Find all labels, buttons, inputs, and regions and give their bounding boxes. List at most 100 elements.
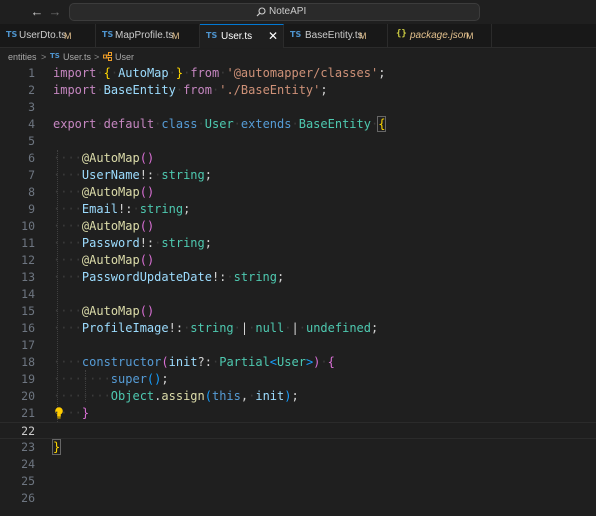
code-text: export·default·class·User·extends·BaseEn… <box>53 116 387 132</box>
code-line: 15 ····@AutoMap() <box>0 303 596 320</box>
code-line: 6 ····@AutoMap() <box>0 150 596 167</box>
line-number: 24 <box>21 457 35 471</box>
line-number: 23 <box>21 440 35 454</box>
line-number: 5 <box>28 134 35 148</box>
tab-label: MapProfile.ts <box>115 30 174 41</box>
editor-tab-bar: TS UserDto.ts M TS MapProfile.ts M TS Us… <box>0 24 596 48</box>
code-text: ····@AutoMap() <box>53 219 155 233</box>
typescript-file-icon: TS <box>290 30 302 39</box>
typescript-file-icon: TS <box>50 52 60 60</box>
line-number: 18 <box>21 355 35 369</box>
code-text: ····@AutoMap() <box>53 151 155 165</box>
code-line: 7 ····UserName!:·string; <box>0 167 596 184</box>
line-number: 17 <box>21 338 35 352</box>
line-number: 1 <box>28 66 35 80</box>
command-center-search[interactable]: NoteAPI <box>69 3 480 21</box>
line-number: 21 <box>21 406 35 420</box>
code-line: 12 ····@AutoMap() <box>0 252 596 269</box>
code-line: 24 <box>0 456 596 473</box>
code-text: ····PasswordUpdateDate!:·string; <box>53 270 285 284</box>
code-line: 4 export·default·class·User·extends·Base… <box>0 116 596 133</box>
tab-label: BaseEntity.ts <box>305 30 363 41</box>
workspace-name: NoteAPI <box>269 6 307 17</box>
code-text: ····Password!:·string; <box>53 236 212 250</box>
tab-mapprofile[interactable]: TS MapProfile.ts M <box>96 24 200 48</box>
modified-badge: M <box>172 31 180 41</box>
code-line: 5 <box>0 133 596 150</box>
code-line: 10 ····@AutoMap() <box>0 218 596 235</box>
breadcrumb-file[interactable]: User.ts <box>63 51 91 63</box>
code-text: ····Email!:·string; <box>53 202 191 216</box>
chevron-right-icon: > <box>41 52 47 62</box>
code-line: 23 } <box>0 439 596 456</box>
search-icon <box>256 7 266 17</box>
line-number: 22 <box>21 424 35 438</box>
code-text: ····constructor(init?:·Partial<User>)·{ <box>53 355 335 369</box>
code-text: ········super(); <box>53 372 169 386</box>
line-number: 16 <box>21 321 35 335</box>
code-text: ····} <box>53 406 90 420</box>
tab-package-json[interactable]: {} package.json M <box>388 24 492 48</box>
tab-user[interactable]: TS User.ts ✕ <box>200 24 284 48</box>
line-number: 8 <box>28 185 35 199</box>
modified-badge: M <box>359 31 367 41</box>
line-number: 10 <box>21 219 35 233</box>
code-line: 20 ········Object.assign(this,·init); <box>0 388 596 405</box>
code-text: import·{·AutoMap·}·from·'@automapper/cla… <box>53 66 386 80</box>
line-number: 12 <box>21 253 35 267</box>
code-line: 18 ····constructor(init?:·Partial<User>)… <box>0 354 596 371</box>
line-number: 11 <box>21 236 35 250</box>
line-number: 13 <box>21 270 35 284</box>
code-line: 26 <box>0 490 596 507</box>
breadcrumb-symbol[interactable]: User <box>115 51 134 63</box>
typescript-file-icon: TS <box>206 31 218 40</box>
breadcrumb-folder[interactable]: entities <box>8 51 37 63</box>
line-number: 4 <box>28 117 35 131</box>
line-number: 14 <box>21 287 35 301</box>
line-number: 2 <box>28 83 35 97</box>
tab-label: package.json <box>410 30 469 41</box>
code-text: } <box>51 439 62 455</box>
typescript-file-icon: TS <box>102 30 114 39</box>
code-text: ····ProfileImage!:·string·|·null·|·undef… <box>53 321 379 335</box>
code-text: import·BaseEntity·from·'./BaseEntity'; <box>53 83 328 97</box>
close-icon[interactable]: ✕ <box>268 29 278 43</box>
arrow-right-icon[interactable]: → <box>46 3 64 21</box>
code-text: ····@AutoMap() <box>53 185 155 199</box>
tab-userdto[interactable]: TS UserDto.ts M <box>0 24 96 48</box>
code-line: 25 <box>0 473 596 490</box>
code-line: 1 import·{·AutoMap·}·from·'@automapper/c… <box>0 65 596 82</box>
modified-badge: M <box>466 31 474 41</box>
arrow-left-icon[interactable]: ← <box>28 3 46 21</box>
code-text: ····@AutoMap() <box>53 304 155 318</box>
code-line: 9 ····Email!:·string; <box>0 201 596 218</box>
typescript-file-icon: TS <box>6 30 18 39</box>
code-line: 21 ····} <box>0 405 596 422</box>
line-number: 6 <box>28 151 35 165</box>
line-number: 9 <box>28 202 35 216</box>
code-editor[interactable]: 1 import·{·AutoMap·}·from·'@automapper/c… <box>0 65 596 516</box>
code-line: 17 <box>0 337 596 354</box>
chevron-right-icon: > <box>94 52 100 62</box>
code-text: ····@AutoMap() <box>53 253 155 267</box>
line-number: 25 <box>21 474 35 488</box>
code-line: 8 ····@AutoMap() <box>0 184 596 201</box>
code-line: 13 ····PasswordUpdateDate!:·string; <box>0 269 596 286</box>
tab-label: UserDto.ts <box>19 30 67 41</box>
line-number: 3 <box>28 100 35 114</box>
code-line: 19 ········super(); <box>0 371 596 388</box>
line-number: 19 <box>21 372 35 386</box>
code-line: 11 ····Password!:·string; <box>0 235 596 252</box>
code-line-current: 22 <box>0 422 596 439</box>
tab-baseentity[interactable]: TS BaseEntity.ts M <box>284 24 388 48</box>
class-symbol-icon <box>103 52 112 61</box>
code-line: 16 ····ProfileImage!:·string·|·null·|·un… <box>0 320 596 337</box>
modified-badge: M <box>64 31 72 41</box>
line-number: 26 <box>21 491 35 505</box>
code-line: 14 <box>0 286 596 303</box>
title-bar: ← → NoteAPI <box>0 0 596 24</box>
code-line: 3 <box>0 99 596 116</box>
line-number: 7 <box>28 168 35 182</box>
breadcrumb: entities > TS User.ts > User <box>0 49 596 65</box>
line-number: 15 <box>21 304 35 318</box>
